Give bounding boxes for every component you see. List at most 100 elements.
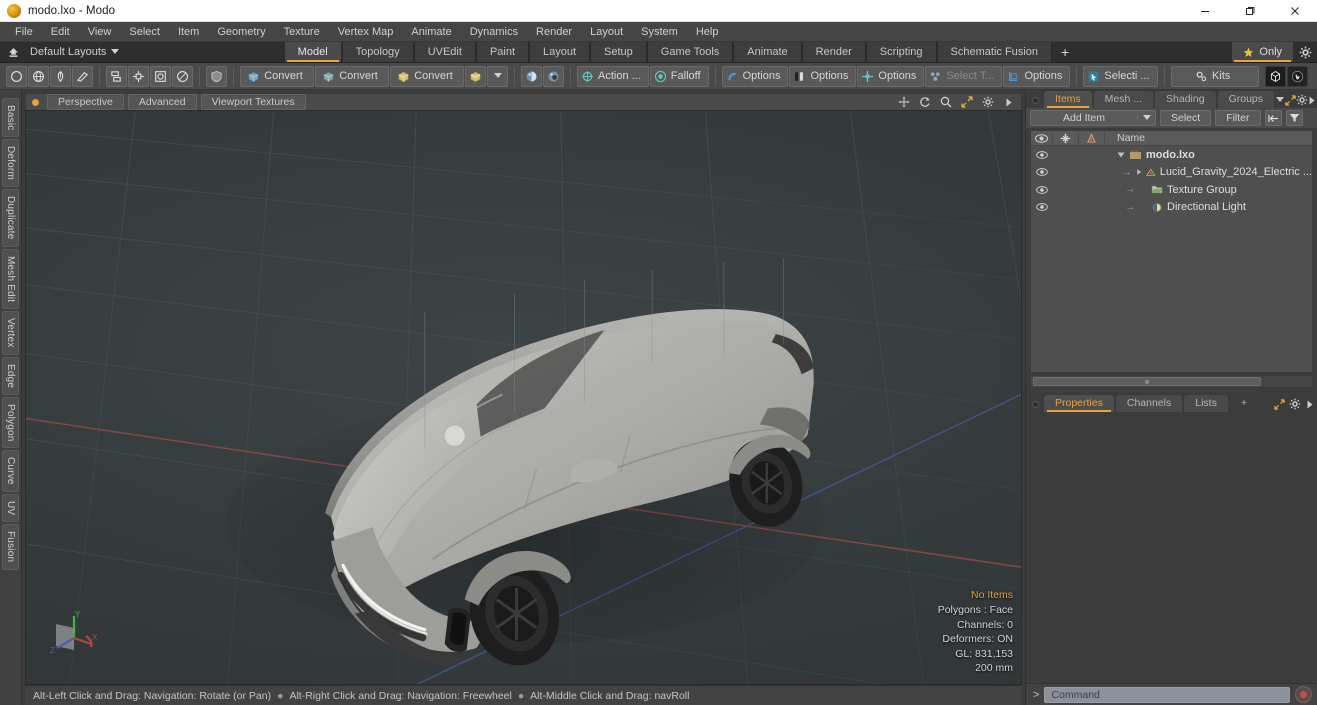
sidebar-item-deform[interactable]: Deform [2, 139, 19, 188]
tab-model[interactable]: Model [283, 42, 342, 62]
sidebar-item-fusion[interactable]: Fusion [2, 524, 19, 570]
items-horizontal-scrollbar[interactable] [1030, 375, 1313, 388]
selection-options-button[interactable]: Options [1003, 65, 1071, 87]
close-icon[interactable] [1272, 0, 1317, 22]
tab-lists[interactable]: Lists [1183, 394, 1229, 412]
tree-row-mesh[interactable]: → Lucid_Gravity_2024_Electric ... [1105, 166, 1312, 178]
expander-expanded-icon[interactable] [1117, 151, 1125, 159]
sphere-primitive-icon[interactable] [28, 65, 49, 87]
kits-button[interactable]: Kits [1170, 65, 1259, 87]
viewport-shading-chip[interactable]: Advanced [127, 94, 197, 110]
tab-properties[interactable]: Properties [1043, 394, 1115, 412]
unreal-engine-icon[interactable] [1286, 65, 1308, 87]
gear-icon[interactable] [979, 95, 996, 110]
convert-button-1[interactable]: Convert [240, 65, 314, 87]
menu-layout[interactable]: Layout [581, 22, 632, 42]
sidebar-item-mesh-edit[interactable]: Mesh Edit [2, 248, 19, 310]
axis-gizmo[interactable]: Y Z X [44, 608, 102, 662]
tree-row-texture-group[interactable]: → Texture Group [1105, 184, 1312, 196]
tab-layout[interactable]: Layout [529, 42, 591, 62]
symmetry-options-button[interactable]: Options [789, 65, 857, 87]
menu-help[interactable]: Help [687, 22, 728, 42]
tab-paint[interactable]: Paint [475, 42, 530, 62]
menu-texture[interactable]: Texture [275, 22, 329, 42]
snap-options-button[interactable]: Options [721, 65, 789, 87]
viewport-projection-chip[interactable]: Perspective [47, 94, 124, 110]
action-center-button[interactable]: Action ... [577, 65, 649, 87]
add-properties-tab-button[interactable]: + [1229, 394, 1259, 412]
tab-shading[interactable]: Shading [1154, 90, 1217, 108]
menu-select[interactable]: Select [120, 22, 169, 42]
menu-geometry[interactable]: Geometry [208, 22, 274, 42]
items-tree[interactable]: Name modo.lxo → Lucid_Gravity_2024_Elect… [1030, 130, 1313, 373]
table-row[interactable]: modo.lxo [1031, 146, 1312, 164]
tab-groups[interactable]: Groups [1216, 90, 1276, 108]
table-row[interactable]: → Directional Light [1031, 199, 1312, 217]
shield-icon[interactable] [206, 65, 227, 87]
tab-animate[interactable]: Animate [733, 42, 802, 62]
axis-move-icon[interactable] [128, 65, 149, 87]
tab-game-tools[interactable]: Game Tools [646, 42, 734, 62]
eye-icon[interactable] [1031, 168, 1053, 177]
sphere-dark-icon[interactable] [543, 65, 564, 87]
items-tree-empty-area[interactable] [1031, 216, 1312, 372]
zoom-magnifier-icon[interactable] [937, 95, 954, 110]
tab-channels[interactable]: Channels [1114, 394, 1184, 412]
convert-button-3[interactable]: Convert [390, 65, 464, 87]
rotate-icon[interactable] [916, 95, 933, 110]
convert-box-icon[interactable] [465, 65, 486, 87]
menu-render[interactable]: Render [527, 22, 581, 42]
home-layout-icon[interactable] [0, 42, 26, 62]
modo-globe-icon[interactable] [1264, 65, 1286, 87]
tree-row-scene[interactable]: modo.lxo [1105, 149, 1312, 161]
convert-dropdown-caret[interactable] [487, 65, 508, 87]
properties-handle-dot[interactable] [1032, 401, 1039, 408]
menu-item[interactable]: Item [169, 22, 208, 42]
filter-button[interactable]: Filter [1215, 110, 1261, 126]
pan-icon[interactable] [895, 95, 912, 110]
selection-set-button[interactable]: Selecti ... [1083, 65, 1158, 87]
teardrop-primitive-icon[interactable] [72, 65, 93, 87]
workplane-options-button[interactable]: Options [857, 65, 925, 87]
gear-icon[interactable] [1287, 396, 1302, 412]
convert-button-2[interactable]: Convert [315, 65, 389, 87]
sidebar-item-vertex[interactable]: Vertex [2, 311, 19, 355]
chevron-right-icon[interactable] [1308, 92, 1317, 108]
disc-icon[interactable] [172, 65, 193, 87]
tab-topology[interactable]: Topology [341, 42, 414, 62]
chevron-right-icon[interactable] [1302, 396, 1317, 412]
menu-animate[interactable]: Animate [402, 22, 460, 42]
sidebar-item-polygon[interactable]: Polygon [2, 396, 19, 449]
sidebar-item-curve[interactable]: Curve [2, 450, 19, 493]
sidebar-item-basic[interactable]: Basic [2, 98, 19, 138]
menu-view[interactable]: View [79, 22, 121, 42]
eye-icon[interactable] [1031, 150, 1053, 159]
tab-uvedit[interactable]: UVEdit [413, 42, 476, 62]
table-row[interactable]: → Texture Group [1031, 181, 1312, 199]
menu-file[interactable]: File [6, 22, 42, 42]
falloff-button[interactable]: Falloff [649, 65, 709, 87]
expand-arrows-icon[interactable] [1272, 396, 1287, 412]
expander-collapsed-icon[interactable] [1136, 168, 1142, 176]
sidebar-item-duplicate[interactable]: Duplicate [2, 189, 19, 247]
tab-mesh[interactable]: Mesh ... [1092, 90, 1155, 108]
cone-primitive-icon[interactable] [50, 65, 71, 87]
tab-setup[interactable]: Setup [590, 42, 647, 62]
stack-icon[interactable] [106, 65, 127, 87]
tab-items[interactable]: Items [1043, 90, 1093, 108]
restore-icon[interactable] [1227, 0, 1272, 22]
menu-edit[interactable]: Edit [42, 22, 79, 42]
gear-icon[interactable] [1296, 92, 1308, 108]
square-target-icon[interactable] [150, 65, 171, 87]
expand-arrows-icon[interactable] [1284, 92, 1296, 108]
fit-expand-icon[interactable] [958, 95, 975, 110]
menu-vertex-map[interactable]: Vertex Map [329, 22, 403, 42]
collapse-left-icon[interactable] [1264, 110, 1282, 126]
tab-render[interactable]: Render [801, 42, 866, 62]
tree-row-directional-light[interactable]: → Directional Light [1105, 201, 1312, 213]
record-icon[interactable] [1295, 686, 1312, 703]
gear-icon[interactable] [1293, 42, 1317, 62]
menu-dynamics[interactable]: Dynamics [461, 22, 527, 42]
scrollbar-thumb[interactable] [1033, 377, 1261, 386]
sidebar-item-uv[interactable]: UV [2, 494, 19, 523]
